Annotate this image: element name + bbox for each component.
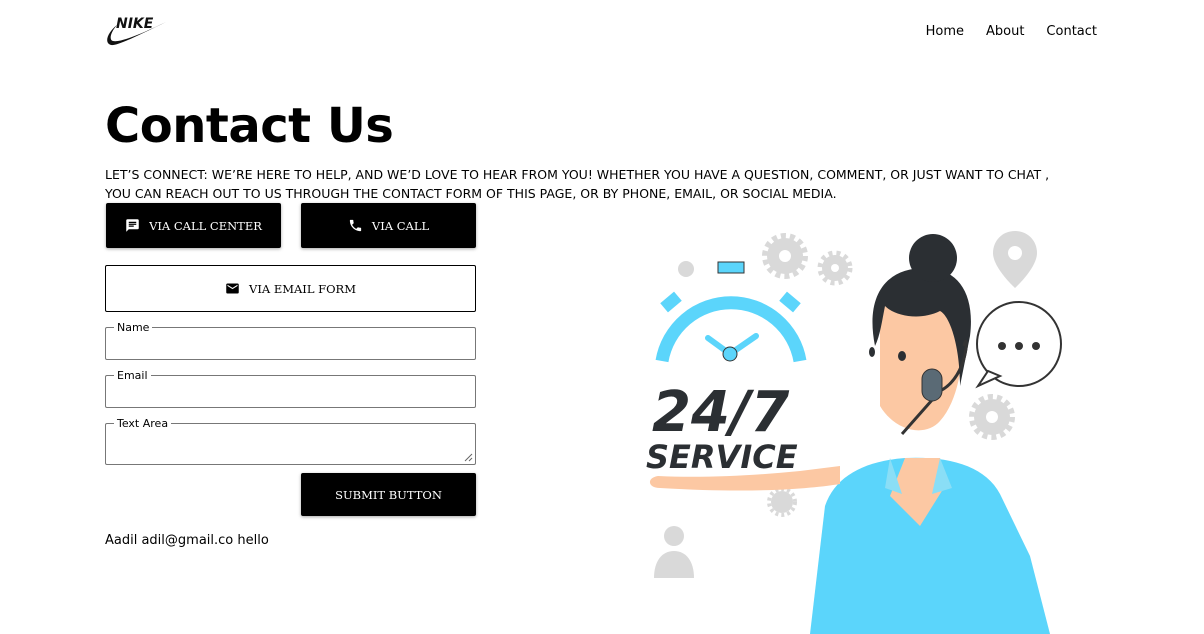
text-area-field[interactable]: Text Area (105, 417, 476, 465)
gear-icon (678, 261, 694, 277)
via-call-center-label: VIA CALL CENTER (149, 218, 262, 233)
via-email-form-label: VIA EMAIL FORM (249, 281, 356, 296)
svg-text:NIKE: NIKE (116, 16, 154, 32)
main-nav: Home About Contact (926, 24, 1097, 39)
text-area-label: Text Area (117, 417, 169, 430)
nav-contact-link[interactable]: Contact (1046, 24, 1097, 39)
nike-logo[interactable]: NIKE (105, 13, 167, 46)
service-text: SERVICE (646, 438, 798, 476)
resize-grip-icon[interactable] (464, 453, 473, 462)
submit-label: SUBMIT BUTTON (335, 487, 442, 502)
email-input[interactable] (114, 385, 471, 402)
via-email-form-button[interactable]: VIA EMAIL FORM (105, 265, 476, 312)
submit-button[interactable]: SUBMIT BUTTON (301, 473, 476, 516)
name-label: Name (117, 321, 150, 334)
customer-service-illustration: 24/7 SERVICE (646, 231, 1062, 634)
email-field[interactable]: Email (105, 369, 476, 408)
page-description: Let’s connect: We’re here to help, and w… (105, 167, 1050, 201)
email-label: Email (117, 369, 148, 382)
gear-icon (771, 491, 793, 513)
via-call-button[interactable]: VIA CALL (301, 203, 476, 248)
name-field[interactable]: Name (105, 321, 476, 360)
name-input[interactable] (114, 337, 471, 354)
mail-icon (226, 283, 239, 294)
via-call-label: VIA CALL (371, 218, 430, 233)
nav-about-link[interactable]: About (986, 24, 1024, 39)
chat-icon (126, 219, 139, 232)
phone-icon (349, 219, 362, 232)
nav-home-link[interactable]: Home (926, 24, 964, 39)
text-area-input[interactable] (114, 430, 471, 460)
page-title: Contact Us (105, 98, 394, 154)
service-hours-text: 24/7 (652, 380, 789, 445)
submitted-result-text: Aadil adil@gmail.co hello (105, 533, 269, 548)
via-call-center-button[interactable]: VIA CALL CENTER (106, 203, 281, 248)
